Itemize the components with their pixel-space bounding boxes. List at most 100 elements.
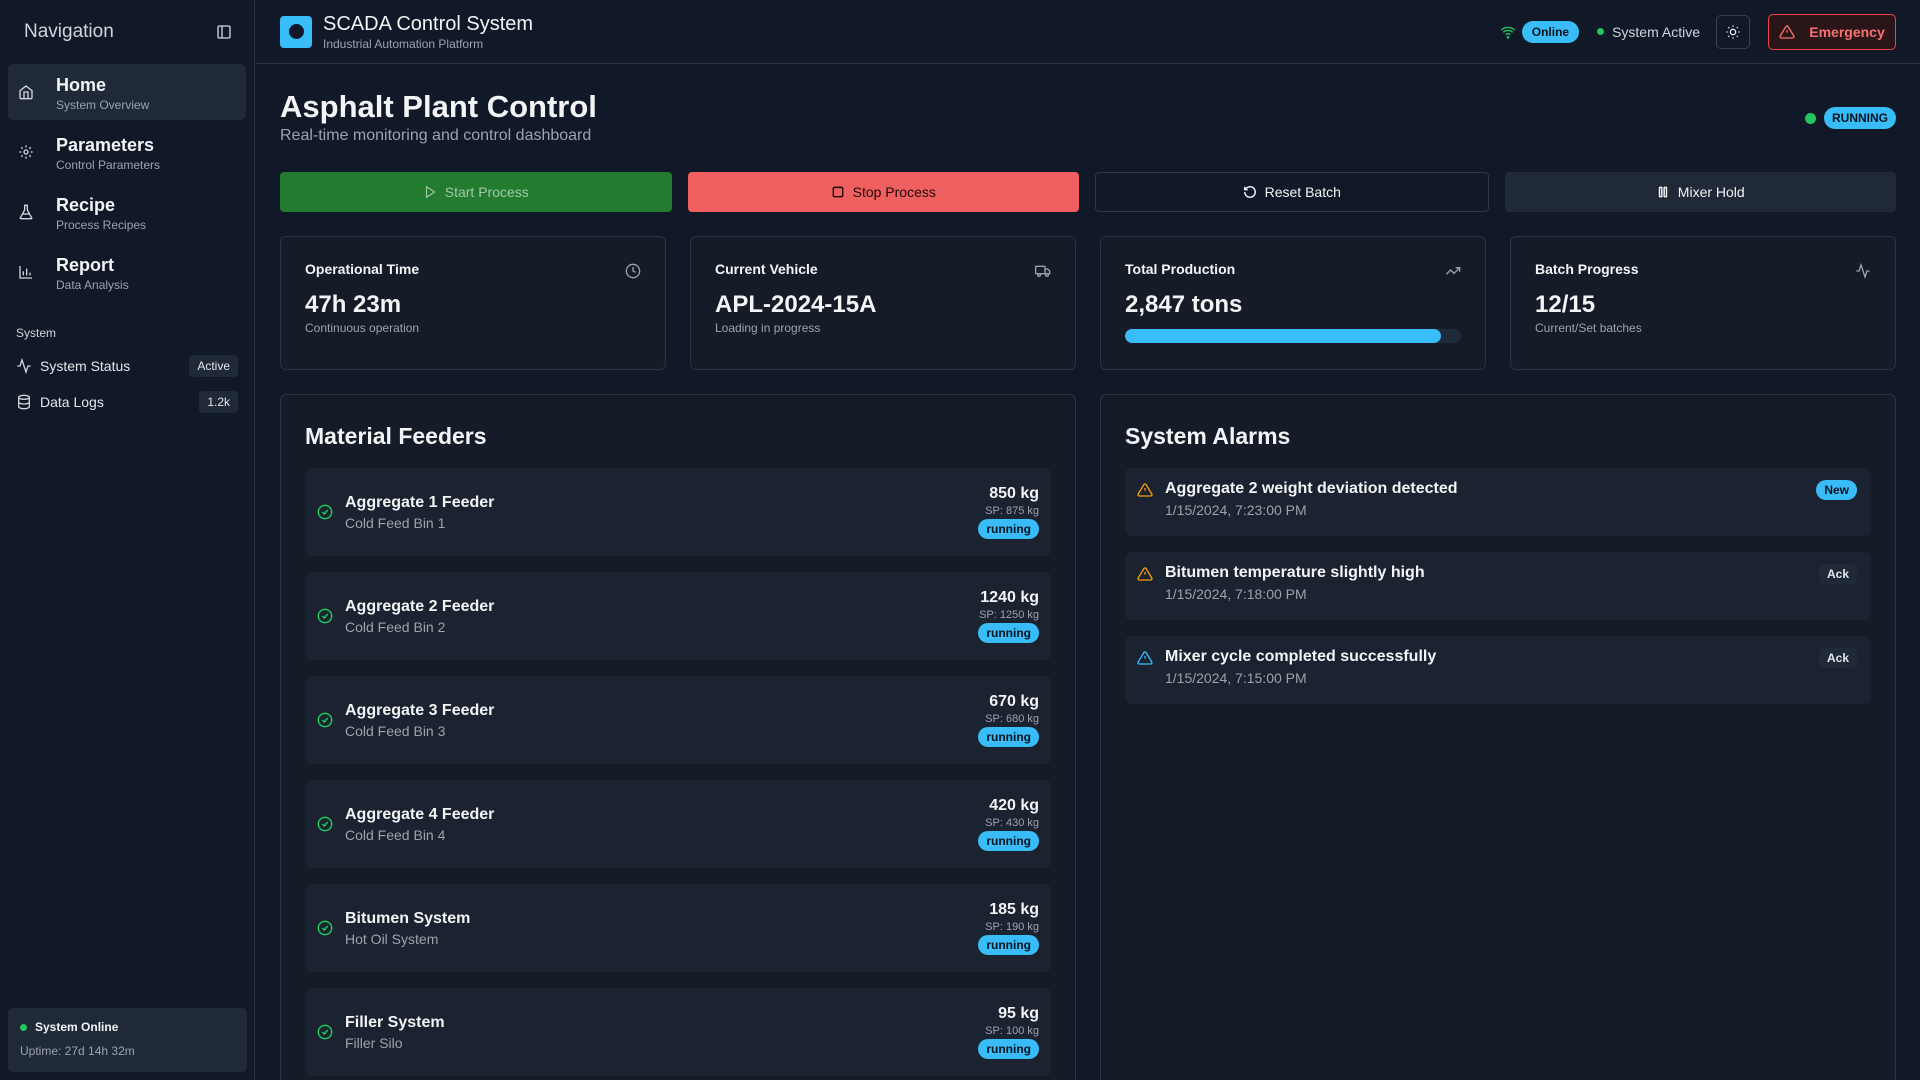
sidebar-item-label: System Status xyxy=(40,358,131,374)
check-circle-icon xyxy=(317,608,333,624)
stat-card-total-production: Total Production 2,847 tons xyxy=(1100,236,1486,370)
system-active-indicator: System Active xyxy=(1597,24,1700,40)
alarm-item[interactable]: Aggregate 2 weight deviation detected 1/… xyxy=(1125,468,1871,536)
activity-icon xyxy=(16,358,32,374)
feeder-name: Aggregate 2 Feeder xyxy=(345,597,495,615)
sidebar-toggle-icon[interactable] xyxy=(216,24,232,40)
check-circle-icon xyxy=(317,1024,333,1040)
alert-triangle-icon xyxy=(1137,650,1153,666)
feeder-setpoint: SP: 100 kg xyxy=(985,1025,1039,1037)
stop-label: Stop Process xyxy=(852,184,936,200)
nav-sublabel: System Overview xyxy=(56,98,150,112)
feeder-row[interactable]: Aggregate 3 Feeder Cold Feed Bin 3 670 k… xyxy=(305,676,1051,764)
reset-batch-button[interactable]: Reset Batch xyxy=(1095,172,1489,212)
online-dot xyxy=(20,1023,27,1031)
alarm-item[interactable]: Mixer cycle completed successfully 1/15/… xyxy=(1125,636,1871,704)
feeder-value: 1240 kg xyxy=(980,589,1039,606)
alarm-message: Mixer cycle completed successfully xyxy=(1165,648,1437,665)
database-icon xyxy=(16,394,32,410)
reset-label: Reset Batch xyxy=(1264,184,1341,200)
sidebar-item-system-status[interactable]: System Status Active xyxy=(0,348,254,384)
feeder-status-badge: running xyxy=(978,935,1039,955)
feeder-status-badge: running xyxy=(978,831,1039,851)
sidebar-section-title: System xyxy=(16,326,57,340)
stat-note: Current/Set batches xyxy=(1535,321,1642,335)
stat-card-batch-progress: Batch Progress 12/15 Current/Set batches xyxy=(1510,236,1896,370)
stat-value: 2,847 tons xyxy=(1125,291,1243,318)
stat-card-current-vehicle: Current Vehicle APL-2024-15A Loading in … xyxy=(690,236,1076,370)
feeder-row[interactable]: Filler System Filler Silo 95 kg SP: 100 … xyxy=(305,988,1051,1076)
bar-chart-icon xyxy=(18,264,34,280)
alarm-badge[interactable]: Ack xyxy=(1818,564,1857,584)
rotate-ccw-icon xyxy=(1243,186,1256,198)
sidebar-title: Navigation xyxy=(24,21,114,42)
production-progress-bar xyxy=(1125,329,1461,343)
system-active-label: System Active xyxy=(1612,23,1700,40)
nav-item-recipe[interactable]: Recipe Process Recipes xyxy=(8,184,246,240)
feeder-name: Bitumen System xyxy=(345,909,471,927)
nav-item-parameters[interactable]: Parameters Control Parameters xyxy=(8,124,246,180)
feeder-name: Filler System xyxy=(345,1013,445,1031)
check-circle-icon xyxy=(317,920,333,936)
feeder-row[interactable]: Aggregate 2 Feeder Cold Feed Bin 2 1240 … xyxy=(305,572,1051,660)
nav-sublabel: Process Recipes xyxy=(56,218,147,232)
app-title: SCADA Control System xyxy=(323,12,534,35)
alarm-badge[interactable]: New xyxy=(1816,480,1857,500)
feeder-bin: Cold Feed Bin 4 xyxy=(345,826,446,843)
feeder-bin: Cold Feed Bin 1 xyxy=(345,514,446,531)
running-badge: RUNNING xyxy=(1824,107,1896,129)
sidebar: Navigation Home System Overview Paramete… xyxy=(0,0,255,1080)
feeder-value: 670 kg xyxy=(989,693,1039,710)
feeder-setpoint: SP: 875 kg xyxy=(985,505,1039,517)
alarm-badge[interactable]: Ack xyxy=(1818,648,1857,668)
start-process-button[interactable]: Start Process xyxy=(280,172,672,212)
feeder-bin: Cold Feed Bin 3 xyxy=(345,722,446,739)
nav-sublabel: Control Parameters xyxy=(56,158,161,172)
nav-label: Recipe xyxy=(56,195,116,215)
play-icon xyxy=(425,185,436,199)
feeder-row[interactable]: Aggregate 4 Feeder Cold Feed Bin 4 420 k… xyxy=(305,780,1051,868)
stop-process-button[interactable]: Stop Process xyxy=(687,172,1079,212)
stat-note: Loading in progress xyxy=(715,321,821,335)
stat-value: APL-2024-15A xyxy=(715,291,877,318)
page-title: Asphalt Plant Control xyxy=(280,89,597,124)
alarm-item[interactable]: Bitumen temperature slightly high 1/15/2… xyxy=(1125,552,1871,620)
stat-value: 12/15 xyxy=(1535,291,1596,318)
nav-item-home[interactable]: Home System Overview xyxy=(8,64,246,120)
progress-fill xyxy=(1125,329,1441,343)
stat-note: Continuous operation xyxy=(305,321,420,335)
theme-toggle-button[interactable] xyxy=(1716,14,1750,49)
feeder-row[interactable]: Bitumen System Hot Oil System 185 kg SP:… xyxy=(305,884,1051,972)
count-badge: 1.2k xyxy=(199,391,238,413)
system-status-card: System Online Uptime: 27d 14h 32m xyxy=(8,1008,247,1072)
sidebar-item-data-logs[interactable]: Data Logs 1.2k xyxy=(0,384,254,420)
stat-card-operational-time: Operational Time 47h 23m Continuous oper… xyxy=(280,236,666,370)
feeder-row[interactable]: Aggregate 1 Feeder Cold Feed Bin 1 850 k… xyxy=(305,468,1051,556)
alarm-message: Aggregate 2 weight deviation detected xyxy=(1165,480,1458,497)
nav-sublabel: Data Analysis xyxy=(56,278,129,292)
mixer-hold-button[interactable]: Mixer Hold xyxy=(1504,172,1896,212)
nav-label: Home xyxy=(56,75,107,95)
trending-up-icon xyxy=(1445,263,1461,279)
feeder-name: Aggregate 1 Feeder xyxy=(345,493,495,511)
online-badge: Online xyxy=(1521,20,1580,43)
alert-triangle-icon xyxy=(1137,566,1153,582)
feeder-status-badge: running xyxy=(978,623,1039,643)
emergency-button[interactable]: Emergency xyxy=(1768,13,1896,50)
gear-icon xyxy=(18,144,34,160)
sun-icon xyxy=(1726,24,1740,39)
feeder-bin: Cold Feed Bin 2 xyxy=(345,618,446,635)
top-bar: SCADA Control System Industrial Automati… xyxy=(256,0,1920,64)
pause-icon xyxy=(1658,186,1668,198)
nav-item-report[interactable]: Report Data Analysis xyxy=(8,244,246,300)
sidebar-header: Navigation xyxy=(0,0,254,64)
alert-triangle-icon xyxy=(1137,482,1153,498)
panel-title: System Alarms xyxy=(1125,423,1291,449)
alert-triangle-icon xyxy=(1779,24,1795,39)
running-dot xyxy=(1805,112,1816,124)
feeder-name: Aggregate 3 Feeder xyxy=(345,701,495,719)
feeder-setpoint: SP: 190 kg xyxy=(985,921,1039,933)
stat-value: 47h 23m xyxy=(305,291,402,318)
stat-label: Current Vehicle xyxy=(715,261,818,277)
feeder-value: 850 kg xyxy=(989,485,1039,502)
